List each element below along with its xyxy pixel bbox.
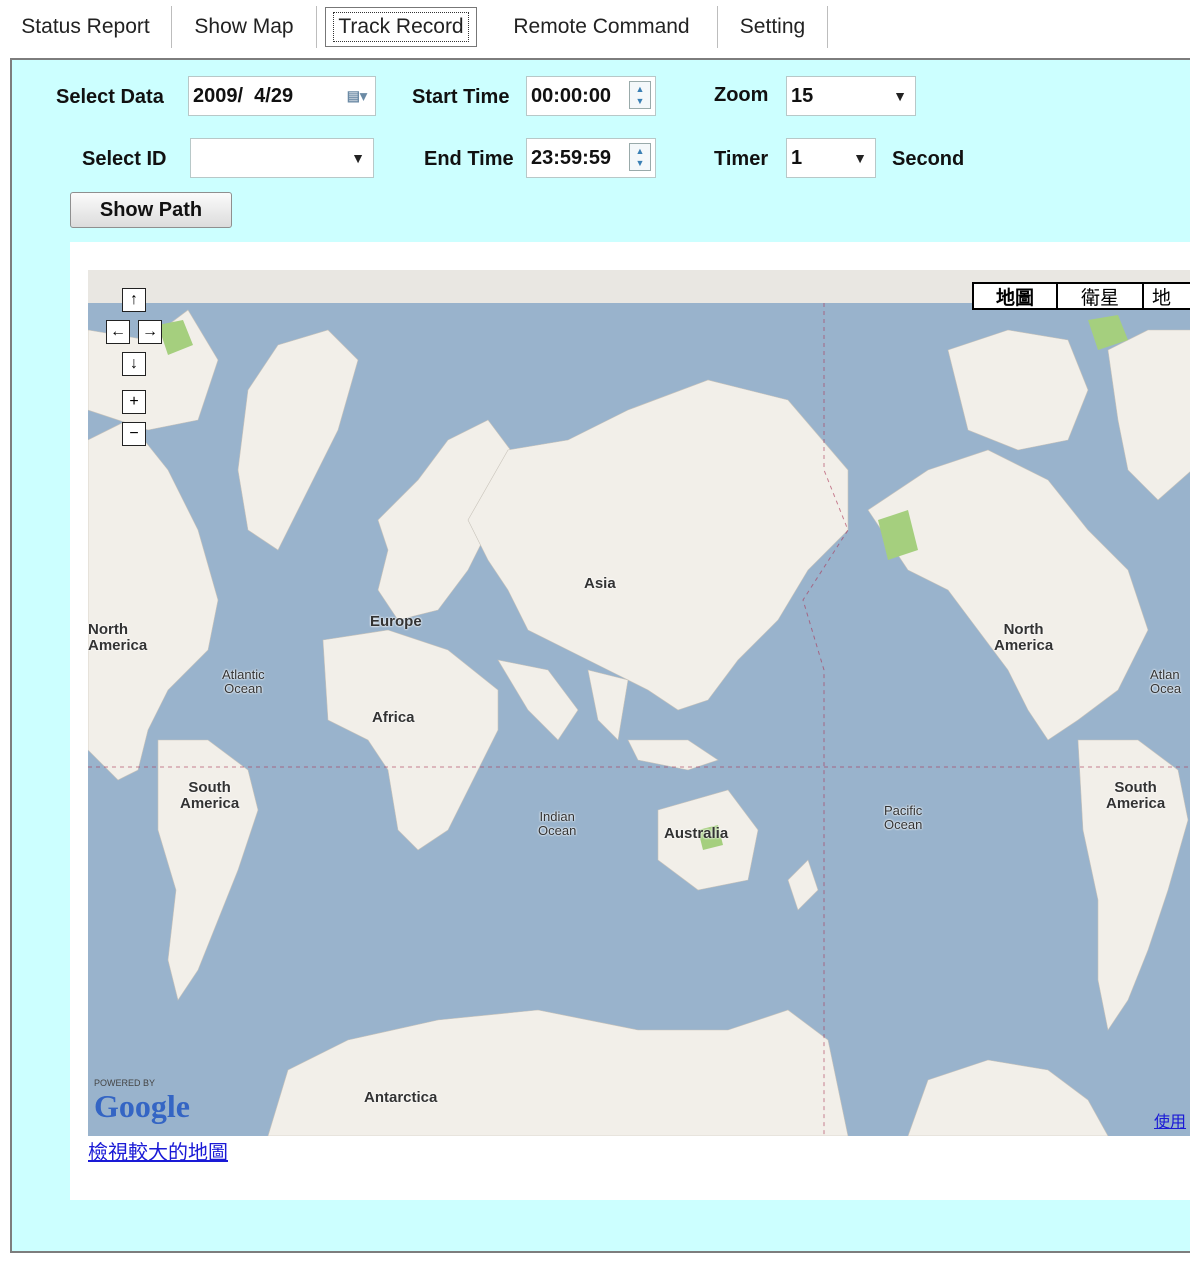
- select-id-dropdown[interactable]: ▼: [190, 138, 374, 178]
- map-label-north-america-left: North America: [88, 621, 148, 654]
- map-container: 地圖 衛星 地 ↑ ← → ↓ + − North America Europe…: [70, 242, 1190, 1200]
- date-value: 2009/ 4/29: [193, 84, 294, 107]
- select-id-label: Select ID: [82, 148, 167, 170]
- start-time-label: Start Time: [412, 86, 510, 108]
- tab-show-map[interactable]: Show Map: [172, 6, 317, 48]
- timer-value: 1: [791, 146, 803, 169]
- tab-bar: Status Report Show Map Track Record Remo…: [0, 0, 1190, 56]
- world-map-tiles: [88, 270, 1190, 1136]
- zoom-select[interactable]: 15 ▼: [786, 76, 916, 116]
- map-label-antarctica: Antarctica: [364, 1089, 438, 1106]
- map-type-map-button[interactable]: 地圖: [972, 282, 1058, 310]
- timer-label: Timer: [714, 148, 769, 170]
- pan-down-icon[interactable]: ↓: [122, 352, 146, 376]
- map-label-australia: Australia: [664, 825, 729, 842]
- tab-label: Track Record: [333, 12, 469, 42]
- view-larger-map-link[interactable]: 檢視較大的地圖: [88, 1136, 228, 1165]
- ocean-label-pacific: Pacific Ocean: [884, 803, 923, 832]
- tab-label: Show Map: [194, 15, 294, 38]
- map-type-satellite-button[interactable]: 衛星: [1056, 282, 1144, 310]
- start-time-input[interactable]: 00:00:00 ▲ ▼: [526, 76, 656, 116]
- ocean-label-atlantic-right: Atlan Ocea: [1150, 667, 1182, 696]
- end-time-label: End Time: [424, 148, 514, 170]
- map-type-terrain-button[interactable]: 地: [1142, 282, 1190, 310]
- ocean-label-indian: Indian Ocean: [538, 809, 577, 838]
- chevron-down-icon: ▼: [351, 150, 365, 166]
- select-data-label: Select Data: [56, 86, 164, 108]
- zoom-in-icon[interactable]: +: [122, 390, 146, 414]
- pan-left-icon[interactable]: ←: [106, 320, 130, 344]
- zoom-label: Zoom: [714, 84, 769, 106]
- start-time-spinner-icon[interactable]: ▲ ▼: [629, 81, 651, 109]
- map-label-asia: Asia: [584, 575, 616, 592]
- end-time-spinner-icon[interactable]: ▲ ▼: [629, 143, 651, 171]
- map-label-north-america-right: North America: [994, 621, 1054, 654]
- zoom-value: 15: [791, 84, 814, 107]
- tab-remote-command[interactable]: Remote Command: [486, 6, 718, 48]
- tab-track-record[interactable]: Track Record: [325, 7, 477, 47]
- ocean-label-atlantic: Atlantic Ocean: [222, 667, 265, 696]
- end-time-value: 23:59:59: [531, 146, 612, 169]
- powered-by-label: POWERED BY: [94, 1078, 156, 1088]
- chevron-down-icon: ▼: [893, 88, 907, 104]
- pan-up-icon[interactable]: ↑: [122, 288, 146, 312]
- start-time-value: 00:00:00: [531, 84, 612, 107]
- pan-right-icon[interactable]: →: [138, 320, 162, 344]
- timer-unit-label: Second: [892, 148, 965, 170]
- map-label-south-america-left: South America: [180, 779, 240, 812]
- tab-setting[interactable]: Setting: [718, 6, 828, 48]
- timer-select[interactable]: 1 ▼: [786, 138, 876, 178]
- track-record-panel: Select Data 2009/ 4/29 ▤▾ Start Time 00:…: [10, 58, 1190, 1253]
- zoom-out-icon[interactable]: −: [122, 422, 146, 446]
- tab-label: Status Report: [21, 15, 150, 38]
- map-canvas[interactable]: 地圖 衛星 地 ↑ ← → ↓ + − North America Europe…: [88, 270, 1190, 1136]
- map-label-south-america-right: South America: [1106, 779, 1166, 812]
- google-logo: Google: [94, 1088, 190, 1124]
- date-picker[interactable]: 2009/ 4/29 ▤▾: [188, 76, 376, 116]
- show-path-button[interactable]: Show Path: [70, 192, 232, 228]
- end-time-input[interactable]: 23:59:59 ▲ ▼: [526, 138, 656, 178]
- chevron-down-icon: ▼: [853, 150, 867, 166]
- tab-label: Setting: [739, 15, 806, 38]
- calendar-icon[interactable]: ▤▾: [347, 88, 367, 105]
- map-label-africa: Africa: [372, 709, 415, 726]
- tab-status-report[interactable]: Status Report: [0, 6, 172, 48]
- tab-label: Remote Command: [513, 15, 690, 38]
- map-label-europe: Europe: [370, 613, 422, 630]
- terms-of-use-link[interactable]: 使用: [1154, 1108, 1186, 1132]
